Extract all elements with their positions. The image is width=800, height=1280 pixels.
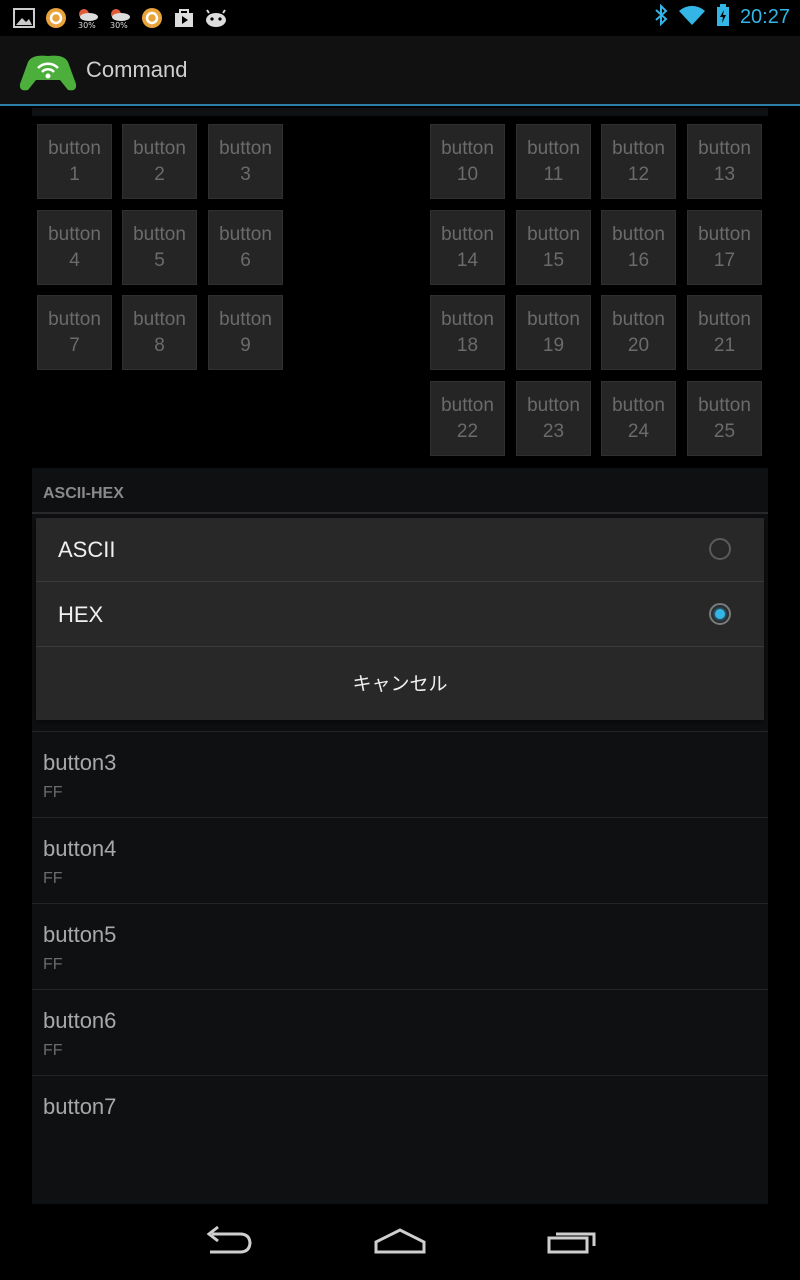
grid-button-12[interactable]: button 12 [601, 124, 676, 199]
list-item-title: button7 [43, 1094, 117, 1119]
app-circle-icon [140, 6, 164, 30]
list-item[interactable]: button4 FF [32, 818, 768, 904]
option-ascii[interactable]: ASCII [36, 518, 764, 582]
app-circle-icon [44, 6, 68, 30]
list-item-value: FF [43, 956, 63, 973]
grid-button-21[interactable]: button 21 [687, 295, 762, 370]
recent-apps-icon[interactable] [542, 1222, 602, 1262]
list-item-title: button3 [43, 750, 117, 775]
action-bar: Command [0, 36, 800, 104]
grid-button-3[interactable]: button 3 [208, 124, 283, 199]
list-item[interactable]: button6 FF [32, 990, 768, 1076]
list-item-value: FF [43, 1042, 63, 1059]
grid-button-13[interactable]: button 13 [687, 124, 762, 199]
list-item-title: button4 [43, 836, 117, 861]
section-header: ASCII-HEX [43, 485, 124, 502]
grid-button-8[interactable]: button 8 [122, 295, 197, 370]
battery-charging-icon [716, 4, 730, 30]
grid-button-19[interactable]: button 19 [516, 295, 591, 370]
gamepad-wifi-icon[interactable] [18, 48, 78, 92]
grid-button-4[interactable]: button 4 [37, 210, 112, 285]
notification-icons: 30% 30% [12, 6, 228, 30]
gallery-icon [12, 6, 36, 30]
grid-button-11[interactable]: button 11 [516, 124, 591, 199]
option-label: ASCII [58, 537, 116, 562]
wifi-icon [678, 4, 706, 30]
list-item-title: button6 [43, 1008, 117, 1033]
grid-button-2[interactable]: button 2 [122, 124, 197, 199]
button-grid: button 1 button 2 button 3 button 4 button 5 … [32, 116, 768, 468]
grid-button-6[interactable]: button 6 [208, 210, 283, 285]
status-bar: 30% 30% 20:27 [0, 0, 800, 36]
action-bar-divider [0, 104, 800, 106]
cancel-button[interactable]: キャンセル [36, 648, 764, 720]
bluetooth-icon [654, 3, 668, 30]
grid-button-20[interactable]: button 20 [601, 295, 676, 370]
grid-button-5[interactable]: button 5 [122, 210, 197, 285]
grid-button-10[interactable]: button 10 [430, 124, 505, 199]
grid-button-25[interactable]: button 25 [687, 381, 762, 456]
clock: 20:27 [739, 5, 790, 28]
ascii-hex-dialog: ASCII HEX キャンセル [36, 518, 764, 720]
android-icon [204, 6, 228, 30]
svg-text:30%: 30% [110, 21, 128, 29]
grid-button-24[interactable]: button 24 [601, 381, 676, 456]
navigation-bar [0, 1204, 800, 1280]
svg-text:30%: 30% [78, 21, 96, 29]
system-icons: 20:27 [654, 3, 790, 30]
weather-icon: 30% [108, 6, 132, 30]
list-item-value: FF [43, 870, 63, 887]
grid-button-7[interactable]: button 7 [37, 295, 112, 370]
home-icon[interactable] [370, 1222, 430, 1262]
list-item[interactable]: button3 FF [32, 732, 768, 818]
grid-button-17[interactable]: button 17 [687, 210, 762, 285]
back-icon[interactable] [200, 1222, 260, 1262]
grid-button-9[interactable]: button 9 [208, 295, 283, 370]
grid-button-15[interactable]: button 15 [516, 210, 591, 285]
radio-ascii[interactable] [709, 538, 731, 560]
list-item[interactable]: button5 FF [32, 904, 768, 990]
grid-button-14[interactable]: button 14 [430, 210, 505, 285]
grid-button-18[interactable]: button 18 [430, 295, 505, 370]
grid-button-22[interactable]: button 22 [430, 381, 505, 456]
section-divider [32, 512, 768, 514]
option-label: HEX [58, 602, 104, 627]
list-item[interactable]: button7 [32, 1076, 768, 1162]
play-store-icon [172, 6, 196, 30]
grid-button-16[interactable]: button 16 [601, 210, 676, 285]
page-title: Command [86, 57, 188, 82]
list-item-value: FF [43, 784, 63, 801]
grid-button-1[interactable]: button 1 [37, 124, 112, 199]
option-hex[interactable]: HEX [36, 583, 764, 647]
grid-button-23[interactable]: button 23 [516, 381, 591, 456]
list-item-title: button5 [43, 922, 117, 947]
radio-hex[interactable] [709, 603, 731, 625]
weather-icon: 30% [76, 6, 100, 30]
